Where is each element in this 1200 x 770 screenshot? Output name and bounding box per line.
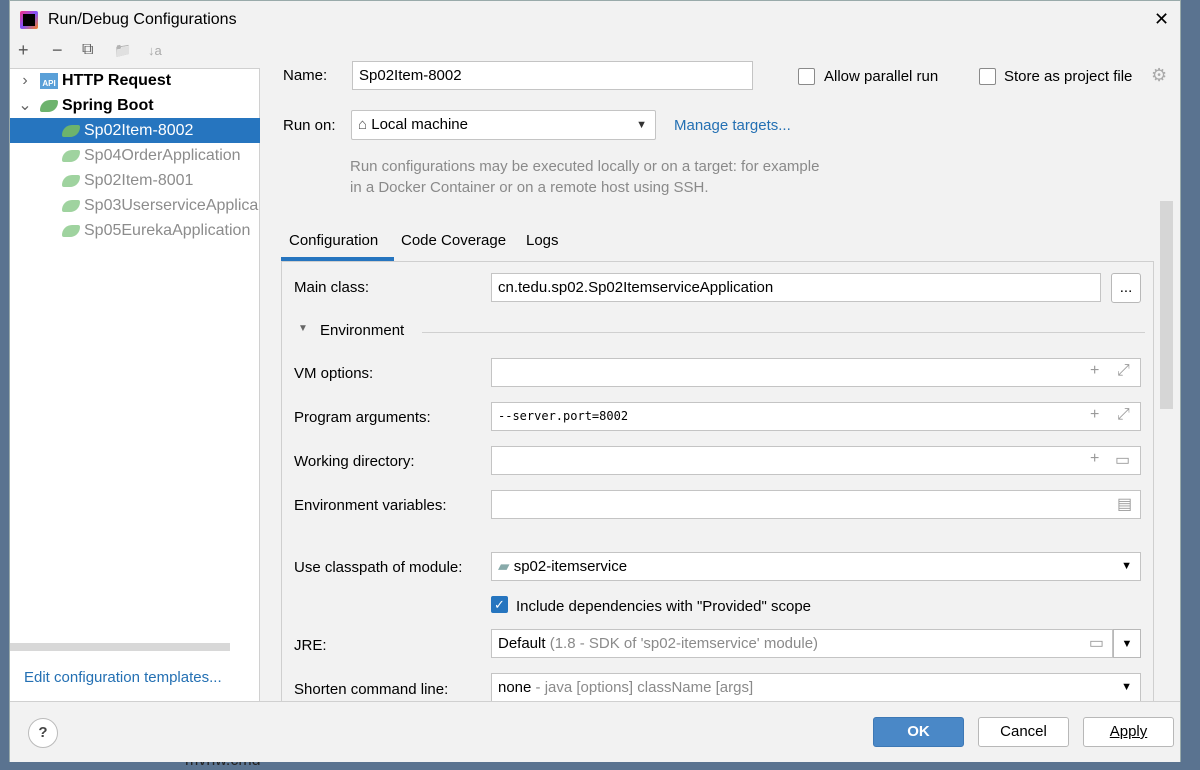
shorten-command-dropdown[interactable]: none - java [options] className [args] ▼ (491, 673, 1141, 702)
cancel-button[interactable]: Cancel (978, 717, 1069, 747)
spring-boot-icon (62, 199, 80, 212)
allow-parallel-checkbox[interactable] (798, 68, 815, 85)
vm-options-input[interactable] (491, 358, 1141, 387)
tree-group-http-request[interactable]: › API HTTP Request (10, 68, 260, 93)
edit-templates-link[interactable]: Edit configuration templates... (24, 669, 222, 686)
divider (422, 332, 1145, 333)
run-on-hint: Run configurations may be executed local… (350, 158, 820, 196)
horizontal-scrollbar[interactable] (10, 643, 230, 651)
vm-options-label: VM options: (294, 365, 374, 382)
include-deps-checkbox[interactable]: ✓ (491, 596, 508, 613)
configuration-panel: Main class: cn.tedu.sp02.Sp02Itemservice… (281, 261, 1154, 702)
environment-variables-label: Environment variables: (294, 497, 447, 514)
plus-icon[interactable]: + (1090, 362, 1099, 380)
home-icon: ⌂ (358, 116, 372, 133)
allow-parallel-label: Allow parallel run (824, 68, 939, 85)
store-project-label: Store as project file (1004, 68, 1133, 85)
window-title: Run/Debug Configurations (48, 11, 237, 28)
store-project-checkbox[interactable] (979, 68, 996, 85)
module-icon: ▰ (498, 558, 514, 575)
expand-icon[interactable]: ⤢ (1117, 406, 1130, 424)
plus-icon[interactable]: + (1090, 450, 1099, 468)
working-directory-input[interactable] (491, 446, 1141, 475)
tree-group-spring-boot[interactable]: ⌄ Spring Boot (10, 93, 260, 118)
plus-icon[interactable]: + (1090, 406, 1099, 424)
api-icon: API (40, 72, 58, 89)
spring-boot-icon (62, 174, 80, 187)
program-arguments-label: Program arguments: (294, 409, 431, 426)
close-icon[interactable]: ✕ (1154, 9, 1169, 30)
document-icon[interactable]: ▤ (1117, 494, 1132, 514)
working-directory-label: Working directory: (294, 453, 415, 470)
chevron-down-icon[interactable]: ⌄ (10, 93, 40, 118)
jre-dropdown-button[interactable]: ▼ (1113, 629, 1141, 658)
spring-boot-icon (62, 124, 80, 137)
name-input[interactable]: Sp02Item-8002 (352, 61, 753, 90)
environment-variables-input[interactable] (491, 490, 1141, 519)
module-dropdown[interactable]: ▰ sp02-itemservice ▼ (491, 552, 1141, 581)
expand-icon[interactable]: ⤢ (1117, 362, 1130, 380)
dropdown-arrow-icon: ▼ (1121, 681, 1132, 693)
spring-boot-icon (40, 99, 58, 112)
spring-boot-icon (62, 149, 80, 162)
program-arguments-input[interactable]: --server.port=8002 (491, 402, 1141, 431)
add-icon[interactable]: + (18, 40, 29, 61)
config-tree-panel: + − ⧉ 📁 ↓a › API HTTP Request ⌄ Spring Boot… (10, 39, 260, 701)
copy-icon[interactable]: ⧉ (82, 41, 93, 59)
run-debug-dialog: Run/Debug Configurations ✕ + − ⧉ 📁 ↓a › A… (9, 0, 1181, 762)
environment-section[interactable]: Environment (320, 322, 404, 339)
tree-item[interactable]: Sp02Item-8002 (10, 118, 260, 143)
spring-boot-icon (62, 224, 80, 237)
tree-item[interactable]: Sp03UserserviceApplica (10, 193, 260, 218)
jre-input[interactable]: Default (1.8 - SDK of 'sp02-itemservice'… (491, 629, 1113, 658)
apply-button[interactable]: Apply (1083, 717, 1174, 747)
jre-label: JRE: (294, 637, 327, 654)
help-button[interactable]: ? (28, 718, 58, 748)
gear-icon[interactable]: ⚙ (1151, 65, 1167, 86)
dropdown-arrow-icon: ▼ (1121, 560, 1132, 572)
include-deps-label: Include dependencies with "Provided" sco… (516, 598, 812, 615)
browse-button[interactable]: ... (1111, 273, 1141, 303)
chevron-right-icon[interactable]: › (10, 68, 40, 93)
shorten-command-label: Shorten command line: (294, 681, 449, 698)
folder-icon[interactable]: ▭ (1115, 450, 1130, 470)
tab-code-coverage[interactable]: Code Coverage (401, 232, 506, 249)
sort-icon[interactable]: ↓a (148, 43, 162, 58)
main-class-input[interactable]: cn.tedu.sp02.Sp02ItemserviceApplication (491, 273, 1101, 302)
run-on-dropdown[interactable]: ⌂ Local machine ▼ (351, 110, 656, 140)
tree-item[interactable]: Sp05EurekaApplication (10, 218, 260, 243)
tab-configuration[interactable]: Configuration (289, 232, 378, 249)
tree-toolbar: + − ⧉ 📁 ↓a (10, 39, 260, 69)
tree-item[interactable]: Sp02Item-8001 (10, 168, 260, 193)
module-label: Use classpath of module: (294, 559, 463, 576)
run-on-label: Run on: (283, 117, 336, 134)
main-class-label: Main class: (294, 279, 370, 296)
dropdown-arrow-icon: ▼ (636, 119, 647, 131)
intellij-logo-icon (20, 11, 38, 29)
dialog-footer: ? OK Cancel Apply (10, 701, 1180, 762)
remove-icon[interactable]: − (52, 40, 63, 61)
vertical-scrollbar[interactable] (1160, 201, 1173, 409)
ok-button[interactable]: OK (873, 717, 964, 747)
folder-add-icon[interactable]: 📁 (114, 42, 131, 59)
manage-targets-link[interactable]: Manage targets... (674, 117, 791, 134)
name-label: Name: (283, 67, 328, 84)
tree-item[interactable]: Sp04OrderApplication (10, 143, 260, 168)
folder-icon[interactable]: ▭ (1089, 630, 1104, 657)
collapse-triangle-icon[interactable]: ▼ (298, 323, 308, 334)
title-bar: Run/Debug Configurations ✕ (10, 1, 1180, 39)
tab-logs[interactable]: Logs (526, 232, 559, 249)
